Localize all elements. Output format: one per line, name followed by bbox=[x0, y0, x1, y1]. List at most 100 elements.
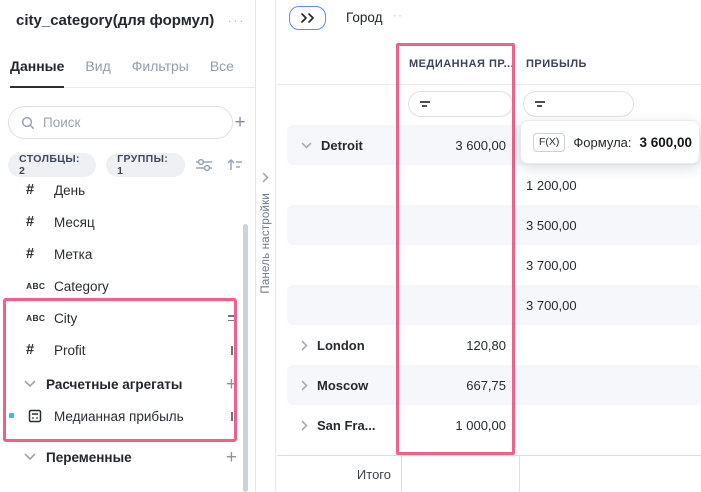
variables-section-wrap: Переменные + bbox=[0, 441, 255, 473]
city-cell: Detroit bbox=[321, 138, 363, 153]
filter-input-profit-field[interactable] bbox=[545, 97, 633, 111]
tab-data[interactable]: Данные bbox=[10, 58, 64, 88]
new-field-dot bbox=[9, 413, 14, 418]
table-preview: Город ·· МЕДИАННАЯ ПР... ПРИБЫЛЬ Detroit… bbox=[277, 0, 701, 492]
total-label: Итого bbox=[277, 456, 391, 492]
filter-icon bbox=[420, 101, 430, 106]
column-header-median[interactable]: МЕДИАННАЯ ПР... bbox=[409, 58, 514, 70]
field-row-city[interactable]: ABC City bbox=[0, 302, 255, 334]
median-value-cell[interactable]: 667,75 bbox=[407, 365, 506, 405]
field-row-month[interactable]: # Месяц bbox=[0, 206, 255, 238]
expand-row-chevron-icon[interactable] bbox=[301, 340, 308, 351]
search-input[interactable] bbox=[43, 115, 220, 130]
table-footer: Итого bbox=[277, 455, 701, 492]
table-row-detail: 3 700,00 bbox=[277, 245, 701, 285]
columns-shelf-indicator-icon bbox=[231, 346, 237, 355]
chevron-down-icon[interactable] bbox=[24, 453, 38, 461]
add-field-button[interactable]: + bbox=[233, 113, 247, 132]
field-label: День bbox=[54, 183, 85, 198]
filter-icon bbox=[535, 101, 545, 106]
group-field-menu-icon[interactable]: ·· bbox=[393, 8, 403, 22]
city-cell: San Fra... bbox=[317, 418, 376, 433]
field-label: City bbox=[54, 311, 77, 326]
add-variable-button[interactable]: + bbox=[226, 448, 237, 467]
list-toolbar bbox=[195, 157, 243, 173]
formula-field-icon bbox=[28, 409, 50, 423]
expand-row-chevron-icon[interactable] bbox=[301, 380, 308, 391]
table-row-detail: 3 700,00 bbox=[277, 285, 701, 325]
text-field-icon: ABC bbox=[26, 281, 50, 291]
footer-column-divider bbox=[401, 456, 402, 492]
sidebar-tabs: Данные Вид Фильтры Все bbox=[10, 58, 255, 88]
table-row-moscow: Moscow 667,75 bbox=[277, 365, 701, 405]
table-row-london: London 120,80 bbox=[277, 325, 701, 365]
groups-count-badge[interactable]: ГРУППЫ: 1 bbox=[106, 153, 185, 177]
formula-fx-badge: F(X) bbox=[533, 133, 565, 152]
number-field-icon: # bbox=[26, 182, 50, 198]
group-field-header[interactable]: Город bbox=[346, 10, 383, 25]
table-row-detail: 3 500,00 bbox=[277, 205, 701, 245]
formula-tooltip-value: 3 600,00 bbox=[640, 135, 693, 150]
settings-panel-strip[interactable]: Панель настройки bbox=[255, 0, 276, 492]
column-header-profit[interactable]: ПРИБЫЛЬ bbox=[526, 58, 587, 70]
expand-preview-button[interactable] bbox=[289, 6, 326, 30]
section-calculated-aggregates[interactable]: Расчетные агрегаты + bbox=[0, 368, 255, 400]
profit-value-cell: 3 700,00 bbox=[526, 245, 577, 285]
table-body: Detroit 3 600,00 1 200,00 3 500,00 3 700… bbox=[277, 125, 701, 445]
footer-column-divider bbox=[519, 456, 520, 492]
search-row: + bbox=[8, 106, 247, 139]
expand-row-chevron-icon[interactable] bbox=[301, 420, 308, 431]
number-field-icon: # bbox=[26, 342, 50, 358]
section-label: Переменные bbox=[46, 450, 132, 465]
profit-value-cell: 1 200,00 bbox=[526, 165, 577, 205]
field-row-median-profit[interactable]: Медианная прибыль bbox=[0, 400, 255, 432]
search-icon bbox=[21, 116, 35, 130]
table-row-sanfrancisco: San Fra... 1 000,00 bbox=[277, 405, 701, 445]
sidebar-scrollbar[interactable] bbox=[243, 224, 248, 492]
number-field-icon: # bbox=[26, 214, 50, 230]
field-label: Месяц bbox=[54, 215, 95, 230]
profit-value-cell: 3 700,00 bbox=[526, 285, 577, 325]
search-box[interactable] bbox=[8, 106, 233, 139]
dataset-sidebar: city_category(для формул) ··· Данные Вид… bbox=[0, 0, 255, 492]
table-row-detail: 1 200,00 bbox=[277, 165, 701, 205]
add-aggregate-button[interactable]: + bbox=[226, 375, 237, 394]
rows-shelf-indicator-icon bbox=[228, 315, 237, 321]
chevron-down-icon[interactable] bbox=[24, 380, 38, 388]
filter-input-profit[interactable] bbox=[523, 91, 634, 117]
text-field-icon: ABC bbox=[26, 313, 50, 323]
columns-count-badge[interactable]: СТОЛБЦЫ: 2 bbox=[8, 153, 96, 177]
median-value-cell[interactable]: 1 000,00 bbox=[407, 405, 506, 445]
tab-all[interactable]: Все bbox=[210, 58, 234, 87]
filter-input-median-field[interactable] bbox=[430, 97, 512, 111]
columns-shelf-indicator-icon bbox=[231, 412, 237, 421]
section-label: Расчетные агрегаты bbox=[46, 377, 182, 392]
tab-view[interactable]: Вид bbox=[85, 58, 110, 87]
expand-panel-chevron-icon[interactable] bbox=[262, 172, 269, 183]
field-row-category[interactable]: ABC Category bbox=[0, 270, 255, 302]
formula-tooltip-label: Формула: bbox=[573, 135, 631, 150]
city-cell: Moscow bbox=[317, 378, 368, 393]
settings-panel-label: Панель настройки bbox=[260, 193, 272, 294]
profit-value-cell: 3 500,00 bbox=[526, 205, 577, 245]
median-value-cell[interactable]: 120,80 bbox=[407, 325, 506, 365]
field-row-label[interactable]: # Метка bbox=[0, 238, 255, 270]
field-label: Profit bbox=[54, 343, 86, 358]
collapse-row-chevron-icon[interactable] bbox=[301, 142, 312, 149]
shelf-summary-row: СТОЛБЦЫ: 2 ГРУППЫ: 1 bbox=[8, 153, 243, 177]
sidebar-header: city_category(для формул) ··· bbox=[16, 12, 245, 29]
median-value-cell[interactable]: 3 600,00 bbox=[407, 125, 506, 165]
settings-sliders-icon[interactable] bbox=[195, 157, 213, 173]
formula-tooltip: F(X) Формула: 3 600,00 bbox=[520, 120, 700, 164]
city-cell: London bbox=[317, 338, 365, 353]
header-separator bbox=[277, 84, 701, 85]
field-row-profit[interactable]: # Profit bbox=[0, 334, 255, 366]
sort-icon[interactable] bbox=[226, 157, 243, 173]
section-variables[interactable]: Переменные + bbox=[0, 441, 255, 473]
tab-filters[interactable]: Фильтры bbox=[132, 58, 189, 87]
number-field-icon: # bbox=[26, 246, 50, 262]
field-row-day[interactable]: # День bbox=[0, 180, 255, 206]
field-label: Медианная прибыль bbox=[54, 409, 184, 424]
dataset-menu-icon[interactable]: ··· bbox=[228, 13, 246, 28]
filter-input-median[interactable] bbox=[408, 91, 513, 117]
